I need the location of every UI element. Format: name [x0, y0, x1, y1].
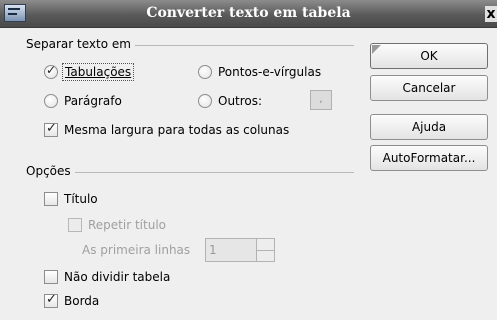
- cancel-button[interactable]: Cancelar: [370, 75, 488, 101]
- equal-width-checkbox[interactable]: [44, 121, 58, 137]
- help-button[interactable]: Ajuda: [370, 114, 488, 140]
- dont-split-label: Não dividir tabela: [64, 270, 171, 284]
- dont-split-checkbox[interactable]: [44, 270, 58, 284]
- radio-tabs[interactable]: [44, 63, 58, 79]
- repeat-title-label: Repetir título: [88, 218, 166, 232]
- first-rows-value[interactable]: 1: [205, 238, 257, 262]
- radio-semicolons-label: Pontos-e-vírgulas: [218, 65, 322, 79]
- border-label: Borda: [64, 294, 100, 308]
- first-rows-label-wrap: As primeira linhas: [82, 241, 190, 259]
- close-icon[interactable]: x: [485, 6, 497, 22]
- spin-arrows-icon[interactable]: [257, 238, 275, 262]
- other-character-input[interactable]: ,: [310, 90, 332, 110]
- repeat-title-checkbox[interactable]: [68, 218, 82, 232]
- dont-split-option[interactable]: Não dividir tabela: [44, 268, 170, 286]
- border-checkbox[interactable]: [44, 292, 58, 308]
- separator-section-header: Separar texto em: [26, 37, 354, 53]
- equal-width-option[interactable]: Mesma largura para todas as colunas: [44, 121, 289, 139]
- first-rows-spinbox[interactable]: 1: [205, 238, 275, 262]
- ok-button[interactable]: OK: [370, 43, 488, 69]
- radio-other-option[interactable]: Outros:: [198, 92, 262, 110]
- title-bar: Converter texto em tabela x: [0, 0, 497, 28]
- dialog-title: Converter texto em tabela: [146, 5, 351, 21]
- title-checkbox[interactable]: [44, 192, 58, 206]
- options-section-header: Opções: [26, 164, 354, 180]
- autoformat-button[interactable]: AutoFormatar...: [370, 145, 488, 171]
- title-option[interactable]: Título: [44, 190, 98, 208]
- radio-semicolons-option[interactable]: Pontos-e-vírgulas: [198, 63, 321, 81]
- title-label: Título: [64, 192, 98, 206]
- equal-width-label: Mesma largura para todas as colunas: [64, 123, 290, 137]
- radio-other-label: Outros:: [218, 94, 263, 108]
- radio-tabs-option[interactable]: Tabulações: [44, 63, 135, 81]
- radio-paragraph-option[interactable]: Parágrafo: [44, 92, 122, 110]
- first-rows-label: As primeira linhas: [82, 243, 191, 257]
- radio-paragraph-label: Parágrafo: [64, 94, 122, 108]
- radio-other[interactable]: [198, 94, 212, 108]
- repeat-title-option[interactable]: Repetir título: [68, 216, 166, 234]
- radio-semicolons[interactable]: [198, 65, 212, 79]
- border-option[interactable]: Borda: [44, 292, 99, 310]
- radio-paragraph[interactable]: [44, 94, 58, 108]
- radio-tabs-label: Tabulações: [61, 63, 135, 81]
